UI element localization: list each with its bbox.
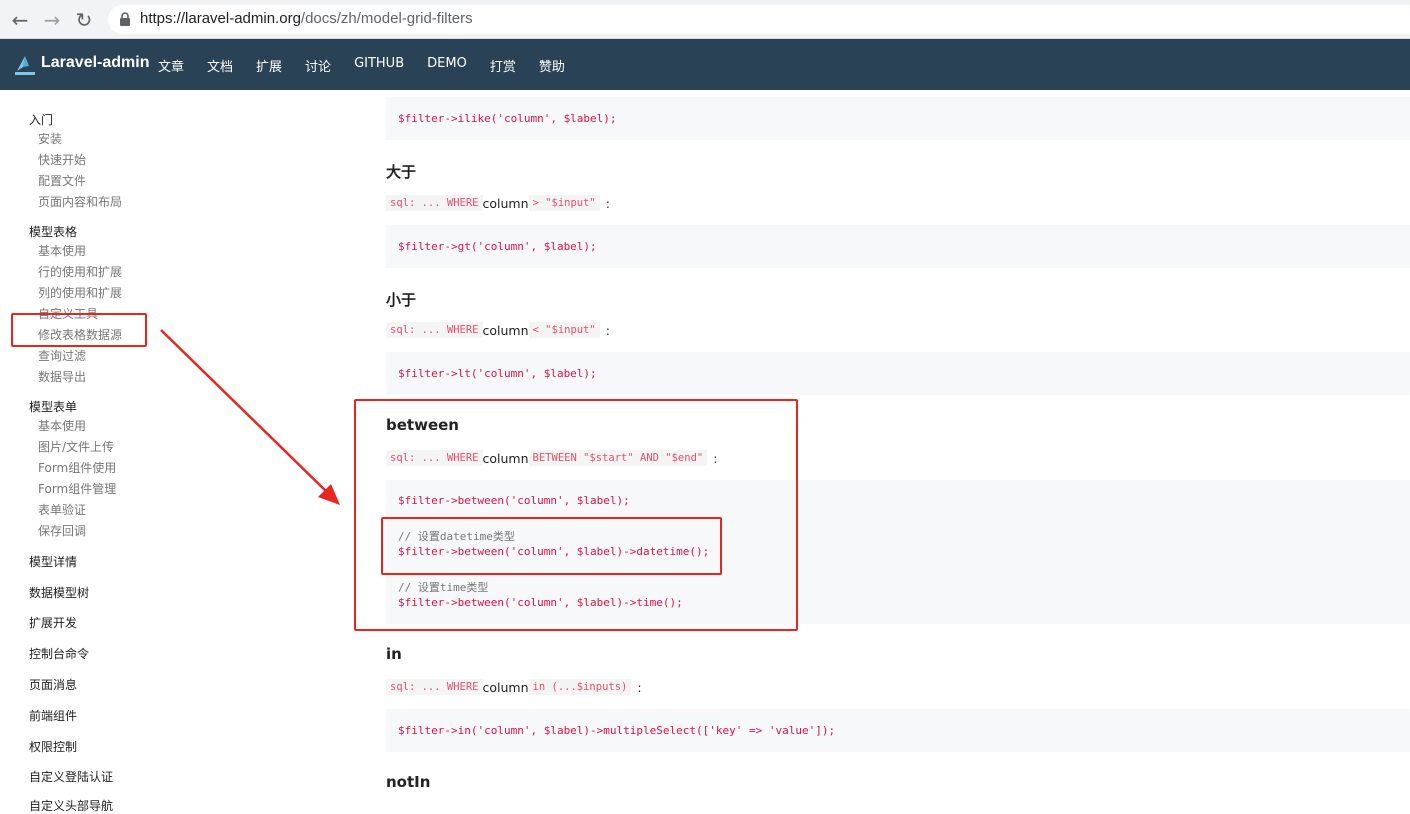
sql-column: column [482,322,529,338]
sql-column: column [482,195,529,211]
sql-suffix: : [605,195,610,211]
url-text: https://laravel-admin.org/docs/zh/model-… [140,10,473,27]
code-block-lt: $filter->lt('column', $label); [386,352,1410,395]
sidebar-item-form-callbacks[interactable]: 保存回调 [38,522,86,539]
code-line: $filter->gt('column', $label); [398,240,597,253]
sidebar-section-custom-navbar[interactable]: 自定义头部导航 [29,797,113,814]
sidebar-item-layout[interactable]: 页面内容和布局 [38,193,122,210]
nav-github[interactable]: GITHUB [354,56,404,76]
sidebar-section-custom-auth[interactable]: 自定义登陆认证 [29,768,113,785]
sidebar-item-grid-export[interactable]: 数据导出 [38,368,86,385]
sidebar-section-messages[interactable]: 页面消息 [29,676,77,693]
code-line: $filter->ilike('column', $label); [398,112,617,125]
lock-icon [120,12,130,26]
section-heading-gt: 大于 [386,163,417,181]
sql-operator: < "$input" [528,322,600,338]
sidebar-section-model-grid[interactable]: 模型表格 [29,223,77,240]
code-block-ilike: $filter->ilike('column', $label); [386,97,1410,140]
sidebar-section-commands[interactable]: 控制台命令 [29,645,89,662]
annotation-box-datasource [11,313,147,347]
section-heading-notin: notIn [386,773,431,791]
annotation-box-datetime [381,517,722,575]
sidebar-section-model-form[interactable]: 模型表单 [29,398,77,415]
back-arrow-icon[interactable]: ← [8,8,32,32]
sql-line-in: sql: ... WHERE column in (...$inputs): [386,679,642,695]
sidebar-item-grid-filters[interactable]: 查询过滤 [38,347,86,364]
nav-donate[interactable]: 打赏 [490,56,516,76]
sql-suffix: : [637,679,642,695]
code-line: $filter->in('column', $label)->multipleS… [398,724,836,737]
sidebar-item-install[interactable]: 安装 [38,130,62,147]
sidebar-section-model-show[interactable]: 模型详情 [29,553,77,570]
sql-prefix: sql: ... WHERE [386,322,483,338]
sidebar-item-grid-basic[interactable]: 基本使用 [38,242,86,259]
nav-docs[interactable]: 文档 [207,56,233,76]
sql-prefix: sql: ... WHERE [386,679,483,695]
sidebar-item-form-field-management[interactable]: Form组件管理 [38,480,116,497]
sql-suffix: : [605,322,610,338]
section-heading-lt: 小于 [386,291,417,309]
sql-column: column [482,679,529,695]
code-block-in: $filter->in('column', $label)->multipleS… [386,709,1410,752]
section-heading-in: in [386,645,402,663]
sidebar-item-config[interactable]: 配置文件 [38,172,86,189]
sidebar-section-frontend[interactable]: 前端组件 [29,707,77,724]
sql-line-lt: sql: ... WHERE column < "$input": [386,322,610,338]
sql-operator: > "$input" [528,195,600,211]
code-line: $filter->lt('column', $label); [398,367,597,380]
nav-extensions[interactable]: 扩展 [256,56,282,76]
nav-discuss[interactable]: 讨论 [305,56,331,76]
sidebar-section-getting-started[interactable]: 入门 [29,111,53,128]
browser-toolbar: ← → ↻ https://laravel-admin.org/docs/zh/… [0,0,1410,39]
nav-demo[interactable]: DEMO [427,56,467,76]
sidebar-section-extension-dev[interactable]: 扩展开发 [29,614,77,631]
sidebar-item-form-fields[interactable]: Form组件使用 [38,459,116,476]
logo-icon[interactable] [14,53,36,77]
sidebar-item-grid-rows[interactable]: 行的使用和扩展 [38,263,122,280]
code-block-gt: $filter->gt('column', $label); [386,225,1410,268]
sidebar-item-form-basic[interactable]: 基本使用 [38,417,86,434]
address-bar[interactable]: https://laravel-admin.org/docs/zh/model-… [108,5,1410,34]
sidebar-section-model-tree[interactable]: 数据模型树 [29,584,89,601]
sidebar-item-form-validation[interactable]: 表单验证 [38,501,86,518]
top-nav: 文章 文档 扩展 讨论 GITHUB DEMO 打赏 赞助 [158,56,588,76]
sql-operator: in (...$inputs) [528,679,632,695]
sidebar-item-form-upload[interactable]: 图片/文件上传 [38,438,114,455]
nav-articles[interactable]: 文章 [158,56,184,76]
sidebar-item-quickstart[interactable]: 快速开始 [38,151,86,168]
site-header: Laravel-admin 文章 文档 扩展 讨论 GITHUB DEMO 打赏… [0,39,1410,90]
annotation-box-between [354,399,798,631]
sidebar-item-grid-columns[interactable]: 列的使用和扩展 [38,284,122,301]
sql-line-gt: sql: ... WHERE column > "$input": [386,195,610,211]
forward-arrow-icon[interactable]: → [40,8,64,32]
reload-icon[interactable]: ↻ [72,8,96,32]
logo-text[interactable]: Laravel-admin [41,54,149,72]
sidebar-section-permissions[interactable]: 权限控制 [29,738,77,755]
nav-sponsor[interactable]: 赞助 [539,56,565,76]
sql-prefix: sql: ... WHERE [386,195,483,211]
